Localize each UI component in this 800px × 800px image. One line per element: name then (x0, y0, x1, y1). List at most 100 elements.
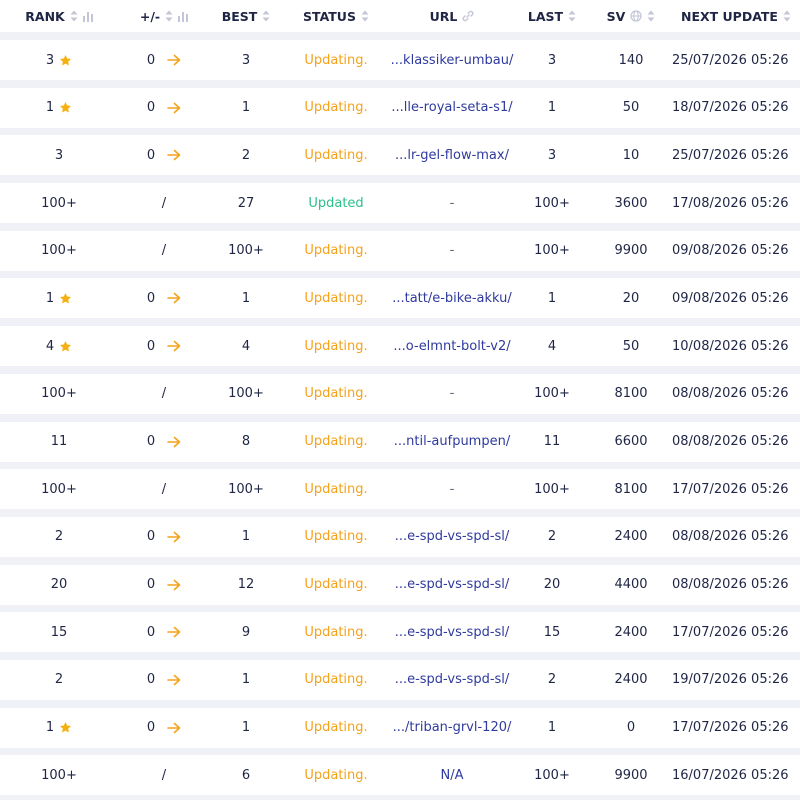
url-link[interactable]: .../triban-grvl-120/ (393, 720, 512, 735)
table-row[interactable]: 11 0 8 Updating. ...ntil-aufpumpen/11 6600 08/… (0, 421, 800, 462)
url-cell[interactable]: ...ntil-aufpumpen/ (390, 434, 514, 449)
url-link[interactable]: ...e-spd-vs-spd-sl/ (395, 529, 510, 544)
table-row[interactable]: 1 0 1 Updating. .../triban-grvl-120/1 0 17/07/… (0, 707, 800, 748)
next-update-cell: 08/08/2026 05:26 (672, 434, 800, 449)
url-link[interactable]: ...e-spd-vs-spd-sl/ (395, 672, 510, 687)
url-cell[interactable]: .../triban-grvl-120/ (390, 720, 514, 735)
table-row[interactable]: 3 0 2 Updating. ...lr-gel-flow-max/3 10 25/07/… (0, 135, 800, 176)
best-cell: 1 (210, 100, 282, 115)
bar-chart-icon[interactable] (178, 11, 189, 22)
url-cell[interactable]: ...e-spd-vs-spd-sl/ (390, 529, 514, 544)
best-value: 1 (241, 720, 251, 736)
link-icon[interactable] (462, 10, 474, 22)
url-link[interactable]: ...lle-royal-seta-s1/ (391, 100, 512, 115)
rank-value: 1 (45, 100, 55, 116)
url-cell: - (390, 482, 514, 497)
last-value: 4 (547, 338, 557, 354)
status-text: Updating. (304, 386, 368, 402)
table-row[interactable]: 20 0 12 Updating. ...e-spd-vs-spd-sl/20 4400 0… (0, 564, 800, 605)
table-row[interactable]: 2 0 1 Updating. ...e-spd-vs-spd-sl/2 2400 19/0… (0, 659, 800, 700)
url-link[interactable]: ...o-elmnt-bolt-v2/ (393, 339, 510, 354)
table-row[interactable]: 1 0 1 Updating. ...lle-royal-seta-s1/1 50 18/0… (0, 87, 800, 128)
sort-icon[interactable] (647, 10, 655, 22)
rank-value: 100+ (41, 386, 77, 402)
last-value: 15 (543, 624, 561, 640)
header-sv[interactable]: SV (590, 9, 672, 24)
table-row[interactable]: 100+ / 27 Updated - 100+ 3600 17/08/2026 05:26 (0, 183, 800, 224)
sort-icon[interactable] (70, 10, 78, 22)
last-value: 100+ (534, 386, 570, 402)
sv-value: 20 (622, 290, 640, 306)
sv-cell: 4400 (590, 577, 672, 592)
table-row[interactable]: 100+ / 100+ Updating. - 100+ 9900 09/08/2026 05… (0, 230, 800, 271)
last-cell: 4 (514, 339, 590, 354)
url-cell[interactable]: ...tatt/e-bike-akku/ (390, 291, 514, 306)
globe-icon[interactable] (630, 10, 642, 22)
status-text: Updating. (304, 529, 368, 545)
table-row[interactable]: 4 0 4 Updating. ...o-elmnt-bolt-v2/4 50 10/08/… (0, 326, 800, 367)
table-body: 3 0 3 Updating. ...klassiker-umbau/3 140 25/07… (0, 40, 800, 796)
sort-icon[interactable] (361, 10, 369, 22)
rank-value: 20 (50, 577, 68, 593)
next-update-cell: 08/08/2026 05:26 (672, 386, 800, 401)
table-row[interactable]: 1 0 1 Updating. ...tatt/e-bike-akku/1 20 09/08… (0, 278, 800, 319)
sv-value: 4400 (614, 577, 648, 593)
next-update-cell: 25/07/2026 05:26 (672, 148, 800, 163)
sv-value: 3600 (614, 195, 648, 211)
url-cell[interactable]: ...lle-royal-seta-s1/ (390, 100, 514, 115)
best-value: 12 (237, 577, 255, 593)
rank-cell: 100+ (0, 768, 118, 783)
url-link[interactable]: ...tatt/e-bike-akku/ (392, 291, 512, 306)
url-cell[interactable]: ...o-elmnt-bolt-v2/ (390, 339, 514, 354)
header-next-update[interactable]: NEXT UPDATE (672, 9, 800, 24)
table-row[interactable]: 3 0 3 Updating. ...klassiker-umbau/3 140 25/07… (0, 40, 800, 80)
header-best[interactable]: BEST (210, 9, 282, 24)
url-cell[interactable]: ...e-spd-vs-spd-sl/ (390, 577, 514, 592)
header-rank-label: RANK (25, 8, 65, 24)
header-status[interactable]: STATUS (282, 9, 390, 24)
best-cell: 1 (210, 291, 282, 306)
best-value: 2 (241, 147, 251, 163)
table-row[interactable]: 100+ / 6 Updating. N/A 100+ 9900 16/07/2026 05:… (0, 755, 800, 796)
best-value: 3 (241, 52, 251, 68)
table-row[interactable]: 2 0 1 Updating. ...e-spd-vs-spd-sl/2 2400 08/0… (0, 516, 800, 557)
sort-icon[interactable] (165, 10, 173, 22)
url-link[interactable]: ...klassiker-umbau/ (391, 53, 514, 68)
url-link[interactable]: ...e-spd-vs-spd-sl/ (395, 577, 510, 592)
change-cell: / (118, 243, 210, 258)
url-link[interactable]: ...lr-gel-flow-max/ (395, 148, 509, 163)
sv-value: 2400 (614, 672, 648, 688)
best-value: 100+ (228, 386, 264, 402)
table-row[interactable]: 15 0 9 Updating. ...e-spd-vs-spd-sl/15 2400 17… (0, 612, 800, 653)
header-rank[interactable]: RANK (0, 9, 118, 24)
url-cell[interactable]: N/A (390, 768, 514, 783)
best-cell: 8 (210, 434, 282, 449)
bar-chart-icon[interactable] (82, 11, 93, 22)
sort-icon[interactable] (783, 10, 791, 22)
sv-cell: 2400 (590, 529, 672, 544)
best-cell: 12 (210, 577, 282, 592)
best-value: 1 (241, 100, 251, 116)
sv-value: 2400 (614, 624, 648, 640)
next-update-cell: 08/08/2026 05:26 (672, 529, 800, 544)
status-text: Updating. (304, 720, 368, 736)
sort-icon[interactable] (568, 10, 576, 22)
url-link[interactable]: ...ntil-aufpumpen/ (394, 434, 510, 449)
url-cell[interactable]: ...klassiker-umbau/ (390, 53, 514, 68)
next-update-cell: 17/08/2026 05:26 (672, 196, 800, 211)
url-link[interactable]: ...e-spd-vs-spd-sl/ (395, 625, 510, 640)
sv-cell: 0 (590, 720, 672, 735)
header-change[interactable]: +/- (118, 9, 210, 24)
url-cell[interactable]: ...lr-gel-flow-max/ (390, 148, 514, 163)
header-url[interactable]: URL (390, 9, 514, 24)
table-row[interactable]: 100+ / 100+ Updating. - 100+ 8100 08/08/2026 05… (0, 373, 800, 414)
sv-value: 2400 (614, 529, 648, 545)
sort-icon[interactable] (262, 10, 270, 22)
last-value: 11 (543, 434, 561, 449)
url-cell[interactable]: ...e-spd-vs-spd-sl/ (390, 625, 514, 640)
url-cell[interactable]: ...e-spd-vs-spd-sl/ (390, 672, 514, 687)
sv-value: 8100 (614, 386, 648, 402)
header-last[interactable]: LAST (514, 9, 590, 24)
arrow-right-icon (167, 149, 181, 161)
table-row[interactable]: 100+ / 100+ Updating. - 100+ 8100 17/07/2026 05… (0, 469, 800, 510)
